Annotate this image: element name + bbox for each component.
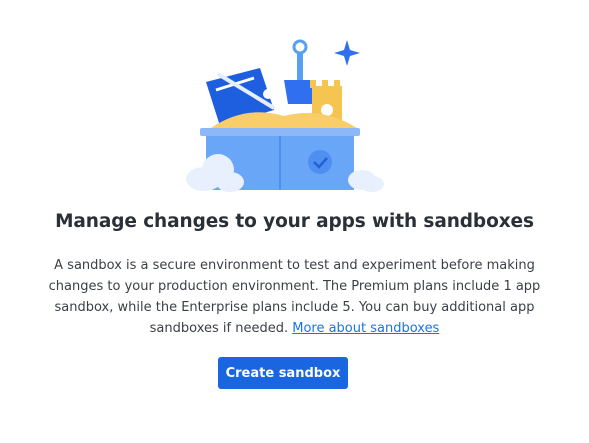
more-about-sandboxes-link[interactable]: More about sandboxes [292,321,439,336]
check-badge-icon [308,150,332,174]
sandbox-illustration [186,39,384,192]
box-rim [200,128,360,136]
empty-state-title: Manage changes to your apps with sandbox… [55,211,534,232]
sparkle-icon [334,40,360,66]
empty-state-description: A sandbox is a secure environment to tes… [40,255,549,339]
create-sandbox-button[interactable]: Create sandbox [218,357,348,389]
shovel-icon [284,39,316,104]
